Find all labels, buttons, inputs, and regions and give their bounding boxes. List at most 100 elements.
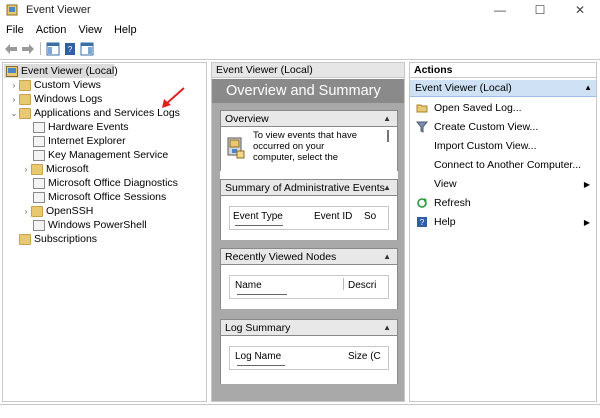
log-summary-body: Log Name Size (C — [220, 336, 398, 384]
blank-icon — [416, 159, 428, 171]
tree-label: Windows PowerShell — [48, 219, 147, 231]
console-tree: Event Viewer (Local) › Custom Views › Wi… — [2, 62, 207, 402]
tree-item-windows-logs[interactable]: › Windows Logs — [9, 92, 103, 106]
svg-text:?: ? — [420, 218, 425, 227]
maximize-button[interactable]: ☐ — [520, 0, 560, 20]
collapse-caret-icon[interactable]: ▲ — [584, 83, 592, 92]
admin-events-table: Event Type Event ID So — [229, 206, 389, 230]
collapse-caret-icon[interactable]: ▲ — [383, 323, 391, 332]
back-arrow-icon[interactable] — [4, 42, 18, 56]
menu-help[interactable]: Help — [108, 24, 143, 36]
tree-label: Subscriptions — [34, 233, 98, 245]
overview-text-line: To view events that have — [253, 130, 358, 141]
tree-label: OpenSSH — [46, 205, 94, 217]
tree-item-microsoft[interactable]: › Microsoft — [21, 162, 89, 176]
event-viewer-icon — [6, 65, 18, 77]
log-icon — [33, 121, 45, 133]
blank-icon — [416, 178, 428, 190]
filter-icon — [415, 121, 429, 133]
blank-icon — [416, 140, 428, 152]
chevron-down-icon[interactable]: ⌄ — [9, 109, 19, 118]
overview-body: Overview and Summary Overview ▲ To view … — [212, 79, 404, 401]
overview-text-line: computer, select the — [253, 152, 339, 163]
section-heading: Recently Viewed Nodes — [225, 250, 337, 263]
tree-item-subscriptions[interactable]: Subscriptions — [19, 232, 97, 246]
chevron-right-icon[interactable]: › — [9, 81, 19, 90]
folder-icon — [19, 233, 31, 245]
close-button[interactable]: ✕ — [560, 0, 600, 20]
tree-label: Key Management Service — [48, 149, 169, 161]
folder-icon — [19, 79, 31, 91]
column-divider[interactable] — [343, 278, 344, 290]
collapse-caret-icon[interactable]: ▲ — [383, 183, 391, 192]
tree-item-custom-views[interactable]: › Custom Views — [9, 78, 101, 92]
actions-group-event-viewer-local[interactable]: Event Viewer (Local) ▲ — [410, 80, 596, 97]
tree-item-openssh[interactable]: › OpenSSH — [21, 204, 94, 218]
title-bar: Event Viewer — ☐ ✕ — [0, 0, 600, 20]
minimize-button[interactable]: — — [480, 0, 520, 20]
svg-text:?: ? — [68, 45, 73, 54]
tree-item-event-viewer-local[interactable]: Event Viewer (Local) — [4, 64, 118, 78]
menu-action[interactable]: Action — [30, 24, 73, 36]
menu-file[interactable]: File — [0, 24, 30, 36]
scrollbar-thumb[interactable] — [387, 130, 389, 142]
tree-item-microsoft-office-diagnostics[interactable]: Microsoft Office Diagnostics — [33, 176, 178, 190]
log-icon — [33, 149, 45, 161]
overview-section-header[interactable]: Overview ▲ — [220, 110, 398, 127]
recent-nodes-section-header[interactable]: Recently Viewed Nodes ▲ — [220, 248, 398, 265]
toolbar-divider — [0, 59, 600, 60]
open-folder-icon — [416, 102, 428, 114]
show-hide-action-pane-icon[interactable] — [80, 42, 94, 56]
column-header-log-name[interactable]: Log Name — [235, 348, 281, 364]
admin-events-section-header[interactable]: Summary of Administrative Events ▲ — [220, 179, 398, 196]
help-book-icon[interactable]: ? — [63, 42, 77, 56]
action-open-saved-log[interactable]: Open Saved Log... — [410, 99, 596, 117]
tree-label: Windows Logs — [34, 93, 103, 105]
status-bar-divider — [0, 404, 600, 405]
column-resize-line — [237, 365, 285, 366]
tree-item-applications-and-services-logs[interactable]: ⌄ Applications and Services Logs — [9, 106, 180, 120]
tree-label: Applications and Services Logs — [34, 107, 180, 119]
overview-text: To view events that have occurred on you… — [253, 130, 357, 163]
forward-arrow-icon[interactable] — [21, 42, 35, 56]
column-header-event-type[interactable]: Event Type — [233, 208, 283, 224]
chevron-right-icon[interactable]: › — [21, 207, 31, 216]
submenu-arrow-icon: ▶ — [583, 179, 590, 189]
column-header-source[interactable]: So — [364, 208, 376, 224]
action-refresh[interactable]: Refresh — [410, 194, 596, 212]
section-heading: Summary of Administrative Events — [225, 181, 385, 194]
recent-nodes-section: Recently Viewed Nodes ▲ Name Descri — [220, 248, 398, 309]
action-label: Help — [434, 216, 456, 228]
log-icon — [33, 177, 45, 189]
event-viewer-app-icon — [6, 4, 18, 16]
actions-header: Actions — [410, 63, 596, 78]
tree-item-hardware-events[interactable]: Hardware Events — [33, 120, 129, 134]
collapse-caret-icon[interactable]: ▲ — [383, 252, 391, 261]
action-create-custom-view[interactable]: Create Custom View... — [410, 118, 596, 136]
action-help[interactable]: ? Help ▶ — [410, 213, 596, 231]
tree-label: Microsoft — [46, 163, 89, 175]
chevron-right-icon[interactable]: › — [9, 95, 19, 104]
recent-nodes-table: Name Descri — [229, 275, 389, 299]
column-header-description[interactable]: Descri — [348, 277, 376, 293]
window-title: Event Viewer — [26, 4, 91, 16]
action-view[interactable]: View ▶ — [410, 175, 596, 193]
admin-events-section: Summary of Administrative Events ▲ Event… — [220, 179, 398, 240]
show-hide-console-tree-icon[interactable] — [46, 42, 60, 56]
log-summary-section-header[interactable]: Log Summary ▲ — [220, 319, 398, 336]
menu-view[interactable]: View — [72, 24, 108, 36]
column-header-event-id[interactable]: Event ID — [314, 208, 352, 224]
tree-item-windows-powershell[interactable]: Windows PowerShell — [33, 218, 147, 232]
action-connect-to-another-computer[interactable]: Connect to Another Computer... — [410, 156, 596, 174]
chevron-right-icon[interactable]: › — [21, 165, 31, 174]
admin-events-body: Event Type Event ID So — [220, 196, 398, 240]
column-header-size[interactable]: Size (C — [348, 348, 381, 364]
tree-item-microsoft-office-sessions[interactable]: Microsoft Office Sessions — [33, 190, 166, 204]
column-header-name[interactable]: Name — [235, 277, 262, 293]
action-import-custom-view[interactable]: Import Custom View... — [410, 137, 596, 155]
log-summary-table: Log Name Size (C — [229, 346, 389, 370]
collapse-caret-icon[interactable]: ▲ — [383, 114, 391, 123]
tree-item-key-management-service[interactable]: Key Management Service — [33, 148, 168, 162]
tree-item-internet-explorer[interactable]: Internet Explorer — [33, 134, 126, 148]
actions-pane: Actions Event Viewer (Local) ▲ Open Save… — [409, 62, 597, 402]
